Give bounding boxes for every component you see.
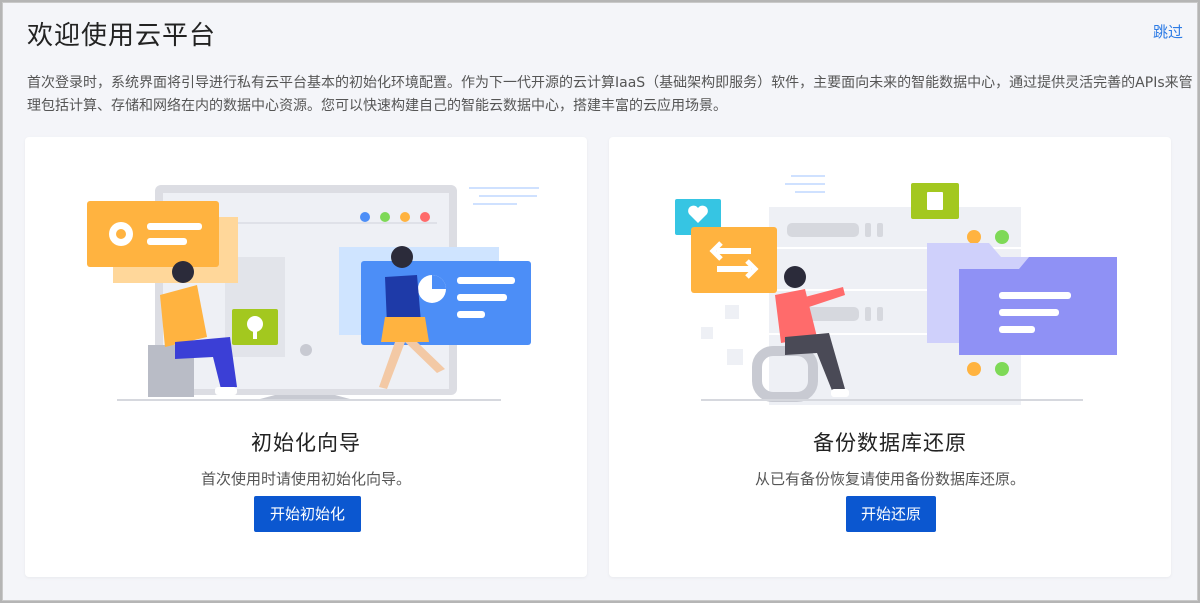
page-title: 欢迎使用云平台 [27,21,217,51]
skip-link[interactable]: 跳过 [1153,21,1183,42]
setup-wizard-card: 初始化向导 首次使用时请使用初始化向导。 开始初始化 [25,137,587,577]
database-restore-illustration [675,175,1117,405]
intro-text: 首次登录时，系统界面将引导进行私有云平台基本的初始化环境配置。作为下一代开源的云… [27,75,1193,114]
database-restore-title: 备份数据库还原 [813,431,967,455]
database-restore-card: 备份数据库还原 从已有备份恢复请使用备份数据库还原。 开始还原 [609,137,1171,577]
start-initialization-button[interactable]: 开始初始化 [254,496,361,532]
welcome-page: 欢迎使用云平台 跳过 首次登录时，系统界面将引导进行私有云平台基本的初始化环境配… [2,2,1198,601]
setup-wizard-description: 首次使用时请使用初始化向导。 [200,470,411,488]
setup-wizard-illustration [87,185,539,401]
setup-wizard-title: 初始化向导 [251,431,361,455]
database-restore-description: 从已有备份恢复请使用备份数据库还原。 [754,470,1025,488]
start-restore-button[interactable]: 开始还原 [846,496,936,532]
